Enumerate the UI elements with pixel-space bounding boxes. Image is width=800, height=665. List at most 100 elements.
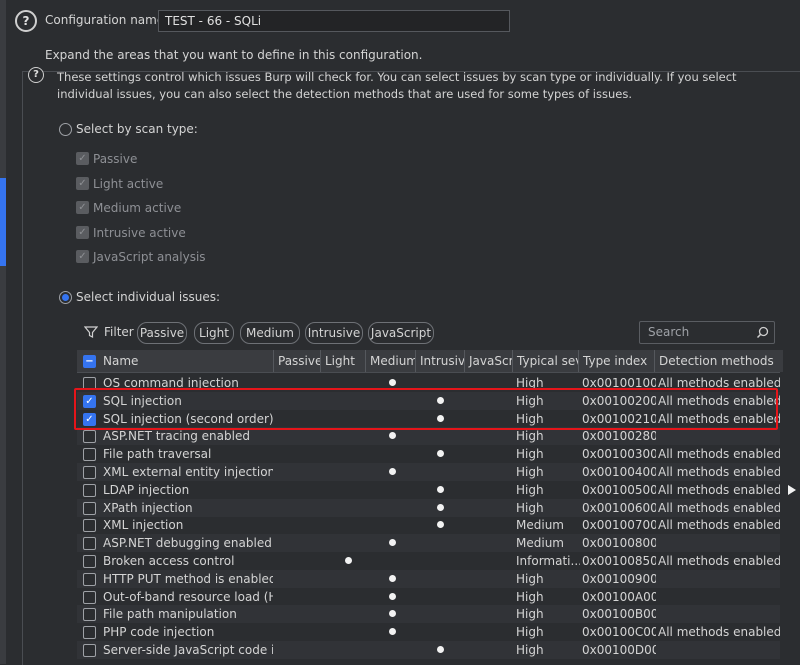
table-row[interactable]: XPath injection High 0x00100600 All methods… <box>77 498 783 517</box>
scan-level-dot <box>389 468 396 475</box>
issue-name: Out-of-band resource load (H... <box>103 589 273 604</box>
scan-level-dot <box>345 557 352 564</box>
select-all-checkbox[interactable]: − <box>83 355 96 368</box>
light-active-checkbox[interactable]: ✓ <box>76 177 89 190</box>
col-detection-methods[interactable]: Detection methods <box>655 350 783 372</box>
row-checkbox[interactable] <box>83 537 96 551</box>
search-input[interactable]: Search <box>639 321 775 344</box>
row-checkbox[interactable] <box>83 448 96 462</box>
col-light[interactable]: Light <box>321 350 366 372</box>
filter-pill-medium[interactable]: Medium <box>240 322 300 344</box>
table-row[interactable]: Server-side JavaScript code inj... High 0x… <box>77 641 783 659</box>
issue-severity: High <box>516 482 544 497</box>
scan-type-label: Select by scan type: <box>76 122 198 136</box>
issue-severity: High <box>516 500 544 515</box>
issue-name: LDAP injection <box>103 482 190 497</box>
issue-severity: High <box>516 447 544 462</box>
help-icon[interactable]: ? <box>15 10 37 32</box>
col-javascript[interactable]: JavaScrip <box>465 350 513 372</box>
funnel-icon <box>84 326 98 338</box>
filter-pill-passive[interactable]: Passive <box>137 322 187 344</box>
javascript-analysis-checkbox[interactable]: ✓ <box>76 250 89 263</box>
scan-type-radio[interactable] <box>59 123 72 136</box>
issue-detection-methods: All methods enabled <box>658 518 782 533</box>
issues-description: These settings control which issues Burp… <box>57 70 737 101</box>
table-row[interactable]: File path traversal High 0x00100300 All met… <box>77 445 783 463</box>
row-checkbox[interactable] <box>83 501 96 515</box>
col-name[interactable]: Name <box>99 350 274 372</box>
scan-level-dot <box>437 485 444 493</box>
issue-severity: Medium <box>516 536 564 551</box>
passive-label: Passive <box>93 152 138 166</box>
col-passive[interactable]: Passive <box>274 350 321 372</box>
table-row[interactable]: Out-of-band resource load (H... High 0x001… <box>77 588 783 606</box>
issue-type-index: 0x00100900 <box>582 571 656 586</box>
issue-detection-methods <box>658 641 782 659</box>
row-checkbox[interactable] <box>83 483 96 497</box>
row-checkbox[interactable] <box>83 608 96 622</box>
table-row[interactable]: ASP.NET debugging enabled Medium 0x0010080… <box>77 534 783 553</box>
issue-detection-methods: All methods enabled <box>658 447 782 462</box>
table-row[interactable]: XML injection Medium 0x00100700 All methods… <box>77 516 783 534</box>
left-strip-accent <box>0 178 6 266</box>
issue-name: File path traversal <box>103 447 212 462</box>
issue-severity: High <box>516 607 544 622</box>
scan-level-dot <box>389 539 396 547</box>
passive-checkbox[interactable]: ✓ <box>76 152 89 165</box>
row-checkbox[interactable] <box>83 626 96 640</box>
issue-detection-methods: All methods enabled <box>658 500 782 515</box>
scan-level-dot <box>389 574 396 582</box>
issue-severity: Informati... <box>516 554 580 568</box>
row-checkbox[interactable] <box>83 430 96 444</box>
row-checkbox[interactable] <box>83 555 96 568</box>
table-row[interactable]: HTTP PUT method is enabled High 0x00100900 <box>77 569 783 588</box>
scan-level-dot <box>437 521 444 529</box>
issue-name: XML injection <box>103 518 184 533</box>
intrusive-active-checkbox[interactable]: ✓ <box>76 226 89 239</box>
table-row[interactable]: LDAP injection High 0x00100500 All methods … <box>77 481 783 499</box>
search-placeholder: Search <box>648 325 690 339</box>
medium-active-checkbox[interactable]: ✓ <box>76 201 89 214</box>
medium-active-label: Medium active <box>93 201 182 215</box>
filter-pill-intrusive[interactable]: Intrusive <box>305 322 363 344</box>
filter-pill-javascript[interactable]: JavaScript <box>368 322 434 344</box>
issue-name: XPath injection <box>103 500 193 515</box>
config-name-input[interactable]: TEST - 66 - SQLi <box>158 10 510 32</box>
left-window-strip <box>0 0 6 664</box>
section-help-icon[interactable]: ? <box>28 67 44 83</box>
issue-severity: High <box>516 465 544 479</box>
issue-detection-methods: All methods enabled <box>658 625 782 640</box>
table-row[interactable]: File path manipulation High 0x00100B00 <box>77 605 783 624</box>
col-severity[interactable]: Typical seve <box>513 350 579 372</box>
col-type-index[interactable]: Type index <box>579 350 655 372</box>
table-row[interactable]: XML external entity injection High 0x00100… <box>77 463 783 481</box>
issue-name: File path manipulation <box>103 607 237 622</box>
row-checkbox[interactable] <box>83 644 96 657</box>
scan-level-dot <box>389 610 396 618</box>
individual-issues-radio[interactable] <box>59 291 72 304</box>
issue-type-index: 0x00100C00 <box>582 625 656 640</box>
filter-pill-light[interactable]: Light <box>194 322 234 344</box>
col-medium[interactable]: Medium <box>366 350 416 372</box>
scan-level-dot <box>389 592 396 600</box>
arrow-right-icon <box>788 485 796 495</box>
row-checkbox[interactable] <box>83 572 96 586</box>
scan-level-dot <box>389 628 396 636</box>
highlight-box <box>74 388 778 430</box>
issue-type-index: 0x00100700 <box>582 518 656 533</box>
table-scrollbar[interactable] <box>780 372 784 664</box>
scan-level-dot <box>389 432 396 440</box>
issue-name: Broken access control <box>103 554 235 568</box>
issue-name: HTTP PUT method is enabled <box>103 571 273 586</box>
issue-name: XML external entity injection <box>103 465 273 479</box>
scan-level-dot <box>437 646 444 653</box>
row-checkbox[interactable] <box>83 590 96 604</box>
table-row[interactable]: Broken access control Informati... 0x00100… <box>77 552 783 570</box>
col-intrusive[interactable]: Intrusive <box>416 350 465 372</box>
issue-detection-methods <box>658 534 782 552</box>
issue-type-index: 0x00100600 <box>582 500 656 515</box>
row-checkbox[interactable] <box>83 519 96 533</box>
row-checkbox[interactable] <box>83 466 96 479</box>
table-row[interactable]: ASP.NET tracing enabled High 0x00100280 <box>77 427 783 446</box>
table-row[interactable]: PHP code injection High 0x00100C00 All meth… <box>77 623 783 641</box>
